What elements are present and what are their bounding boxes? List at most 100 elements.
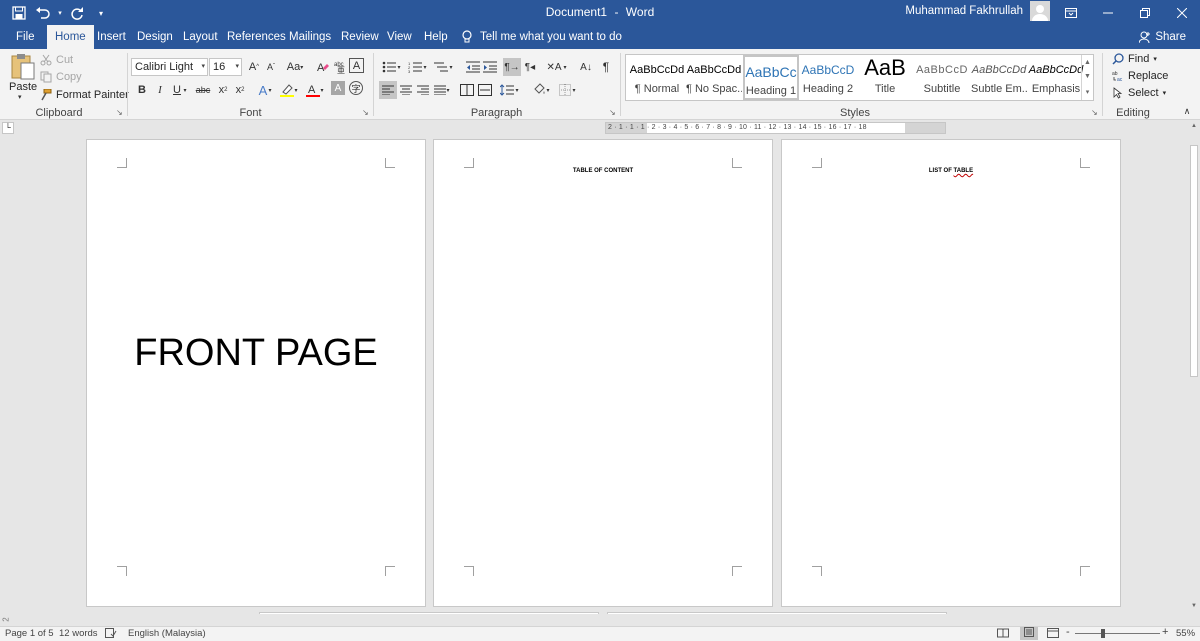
collapse-ribbon-icon[interactable]: ∧ (1180, 105, 1194, 117)
zoom-slider-thumb[interactable] (1101, 629, 1105, 638)
scrollbar-thumb[interactable] (1190, 145, 1198, 377)
increase-indent-icon[interactable] (481, 58, 499, 76)
rtl-icon[interactable]: ¶◂ (521, 58, 539, 76)
print-layout-icon[interactable] (1020, 627, 1038, 640)
shading-dropdown-icon[interactable]: ▾ (544, 81, 552, 99)
language-indicator[interactable]: English (Malaysia) (128, 628, 206, 639)
change-case-icon[interactable]: Aa ▾ (284, 58, 306, 76)
font-color-dropdown-icon[interactable]: ▾ (318, 81, 326, 99)
line-spacing-dropdown-icon[interactable]: ▾ (513, 81, 521, 99)
list-of-table-heading[interactable]: LIST OF TABLE (782, 168, 1120, 174)
clear-formatting-icon[interactable]: A (314, 58, 332, 76)
italic-icon[interactable]: I (151, 81, 169, 99)
clipboard-launcher-icon[interactable]: ↘ (116, 108, 125, 117)
minimize-icon[interactable] (1089, 0, 1126, 25)
proofing-icon[interactable] (105, 628, 117, 641)
replace-button[interactable]: ab ac Replace (1112, 70, 1168, 82)
style-no-spacing[interactable]: AaBbCcDd ¶ No Spac... (686, 55, 742, 100)
scroll-down-arrow-icon[interactable]: ▼ (1190, 603, 1198, 611)
asian-layout-dropdown-icon[interactable]: ▾ (561, 58, 569, 76)
subscript-icon[interactable]: x2 (214, 81, 232, 99)
style-subtle-emphasis[interactable]: AaBbCcDd Subtle Em... (971, 55, 1027, 100)
tab-mailings[interactable]: Mailings (281, 25, 339, 49)
close-icon[interactable] (1163, 0, 1200, 25)
borders-dropdown-icon[interactable]: ▾ (570, 81, 578, 99)
columns-icon[interactable] (458, 81, 476, 99)
select-dropdown-icon[interactable]: ▾ (1163, 89, 1167, 97)
page-3[interactable]: LIST OF TABLE (781, 139, 1121, 607)
tab-file[interactable]: File (8, 25, 43, 49)
style-heading-1[interactable]: AaBbCc Heading 1 (743, 55, 799, 100)
tab-view[interactable]: View (379, 25, 420, 49)
shrink-font-icon[interactable]: Aˇ (262, 58, 280, 76)
share-button[interactable]: Share (1139, 25, 1186, 49)
style-subtitle[interactable]: AaBbCcD Subtitle (914, 55, 970, 100)
character-shading-icon[interactable]: A (331, 81, 345, 95)
decrease-indent-icon[interactable] (464, 58, 482, 76)
font-name-dropdown-icon[interactable]: ▾ (201, 59, 205, 75)
grow-font-icon[interactable]: A ^ (245, 58, 263, 76)
highlight-dropdown-icon[interactable]: ▾ (292, 81, 300, 99)
style-title[interactable]: AaB Title (857, 55, 913, 100)
align-center-icon[interactable] (397, 81, 415, 99)
zoom-level[interactable]: 55% (1176, 628, 1195, 639)
tell-me-box[interactable]: Tell me what you want to do (462, 25, 622, 49)
align-left-icon[interactable] (379, 81, 397, 99)
paste-icon[interactable] (10, 53, 36, 81)
front-page-text[interactable]: FRONT PAGE (87, 332, 425, 375)
distributed-icon[interactable] (476, 81, 494, 99)
tab-home[interactable]: Home (47, 25, 94, 49)
bold-icon[interactable]: B (133, 81, 151, 99)
style-normal[interactable]: AaBbCcDd ¶ Normal (629, 55, 685, 100)
cut-button[interactable]: Cut (40, 54, 73, 66)
character-border-icon[interactable]: A (349, 58, 364, 73)
underline-dropdown-icon[interactable]: ▾ (181, 81, 189, 99)
scroll-down-icon[interactable]: ▼ (1084, 73, 1091, 80)
word-count[interactable]: 12 words (59, 628, 98, 639)
multilevel-dropdown-icon[interactable]: ▾ (447, 58, 455, 76)
copy-button[interactable]: Copy (40, 71, 82, 83)
page-2[interactable]: TABLE OF CONTENT (433, 139, 773, 607)
restore-icon[interactable] (1126, 0, 1163, 25)
web-layout-icon[interactable] (1047, 628, 1059, 641)
sort-icon[interactable]: A↓ (577, 58, 595, 76)
zoom-slider-track[interactable] (1075, 633, 1160, 634)
show-formatting-marks-icon[interactable]: ¶ (597, 58, 615, 76)
font-launcher-icon[interactable]: ↘ (362, 108, 371, 117)
ltr-icon[interactable]: ¶→ (503, 58, 521, 76)
paste-dropdown-icon[interactable]: ▾ (18, 93, 22, 101)
format-painter-button[interactable]: Format Painter (40, 89, 129, 101)
paste-button[interactable]: Paste (9, 81, 37, 93)
phonetic-guide-icon[interactable]: abc 亜 (332, 58, 350, 76)
zoom-in-button[interactable]: + (1162, 626, 1168, 638)
tab-insert[interactable]: Insert (89, 25, 134, 49)
superscript-icon[interactable]: x2 (231, 81, 249, 99)
numbering-dropdown-icon[interactable]: ▾ (421, 58, 429, 76)
user-name[interactable]: Muhammad Fakhrullah (905, 5, 1023, 17)
font-name-combo[interactable]: Calibri Light (He ▾ (131, 58, 208, 76)
toc-heading[interactable]: TABLE OF CONTENT (434, 168, 772, 174)
select-button[interactable]: Select ▾ (1112, 87, 1166, 99)
scroll-up-icon[interactable]: ▲ (1084, 59, 1091, 66)
tab-layout[interactable]: Layout (175, 25, 226, 49)
document-area[interactable]: FRONT PAGE TABLE OF CONTENT LIST OF TABL… (0, 136, 1188, 614)
find-button[interactable]: Find ▾ (1112, 53, 1157, 65)
bullets-dropdown-icon[interactable]: ▾ (395, 58, 403, 76)
find-dropdown-icon[interactable]: ▾ (1153, 55, 1157, 63)
styles-launcher-icon[interactable]: ↘ (1091, 108, 1100, 117)
ribbon-display-options-icon[interactable] (1052, 0, 1089, 25)
style-heading-2[interactable]: AaBbCcD Heading 2 (800, 55, 856, 100)
align-right-icon[interactable] (414, 81, 432, 99)
tab-design[interactable]: Design (129, 25, 181, 49)
tab-help[interactable]: Help (416, 25, 456, 49)
zoom-out-button[interactable]: - (1066, 626, 1070, 638)
enclose-characters-icon[interactable]: 字 (349, 81, 363, 95)
font-size-combo[interactable]: 16 ▾ (209, 58, 242, 76)
font-size-dropdown-icon[interactable]: ▾ (235, 59, 239, 75)
read-mode-icon[interactable] (997, 628, 1009, 641)
page-1[interactable]: FRONT PAGE (86, 139, 426, 607)
vertical-scrollbar[interactable]: ▲ ▼ (1188, 120, 1200, 614)
styles-scrollbar[interactable]: ▲ ▼ ▾ (1081, 55, 1093, 100)
tab-selector-icon[interactable]: └ (2, 122, 14, 134)
style-emphasis[interactable]: AaBbCcDd Emphasis (1028, 55, 1084, 100)
